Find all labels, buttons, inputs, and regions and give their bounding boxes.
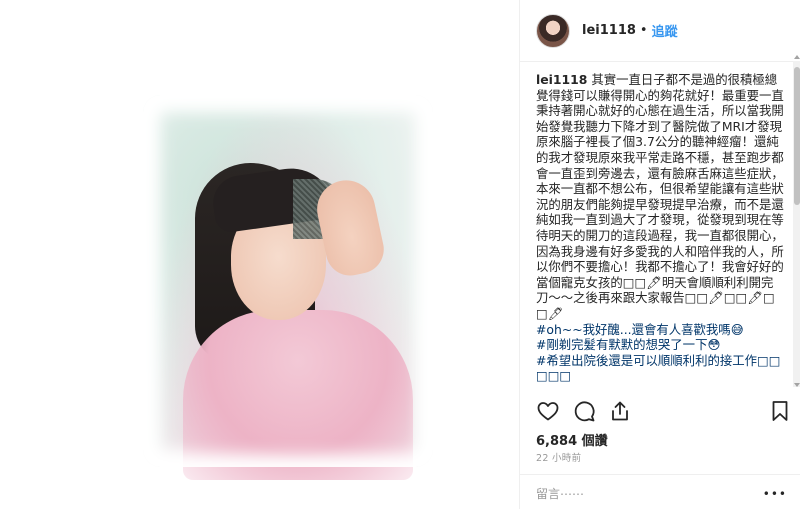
post-sidebar: lei1118 • 追蹤 lei1118 其實一直日子都不是過的很積極總覺得錢可… (519, 0, 800, 509)
comment-bar: 留言⋯⋯ ••• (520, 474, 800, 510)
hashtag-3[interactable]: #希望出院後還是可以順順利利的接工作□□□□□ (536, 353, 784, 384)
comment-input[interactable]: 留言⋯⋯ (536, 485, 584, 502)
caption: lei1118 其實一直日子都不是過的很積極總覺得錢可以賺得開心的夠花就好！最重… (536, 72, 784, 384)
caption-area: lei1118 其實一直日子都不是過的很積極總覺得錢可以賺得開心的夠花就好！最重… (536, 72, 784, 384)
post-timestamp[interactable]: 22 小時前 (536, 450, 581, 464)
bookmark-icon[interactable] (768, 399, 792, 423)
scroll-down-arrow[interactable] (794, 383, 800, 387)
comment-icon[interactable] (572, 399, 596, 423)
more-icon[interactable]: ••• (763, 487, 787, 501)
post-photo[interactable] (143, 95, 433, 480)
avatar[interactable] (536, 13, 570, 48)
scroll-thumb[interactable] (794, 67, 800, 205)
caption-text: 其實一直日子都不是過的很積極總覺得錢可以賺得開心的夠花就好！最重要一直秉持著開心… (536, 72, 784, 321)
likes-count[interactable]: 6,884 個讚 (536, 430, 608, 449)
follow-button[interactable]: 追蹤 (652, 21, 678, 40)
post-photo-panel (0, 0, 519, 509)
hashtag-2[interactable]: #剛剃完髮有默默的想哭了一下😳 (536, 337, 784, 353)
caption-scrollbar[interactable] (793, 55, 800, 387)
photo-brush-border (143, 95, 433, 467)
username-link[interactable]: lei1118 (582, 23, 636, 38)
header-separator: • (639, 23, 648, 38)
hashtag-1[interactable]: #oh~~我好醜...還會有人喜歡我嗎😅 (536, 322, 784, 338)
caption-author[interactable]: lei1118 (536, 72, 587, 87)
share-icon[interactable] (608, 399, 632, 423)
action-bar (536, 399, 788, 423)
scroll-up-arrow[interactable] (794, 55, 800, 59)
post-header: lei1118 • 追蹤 (520, 0, 800, 62)
heart-icon[interactable] (536, 399, 560, 423)
